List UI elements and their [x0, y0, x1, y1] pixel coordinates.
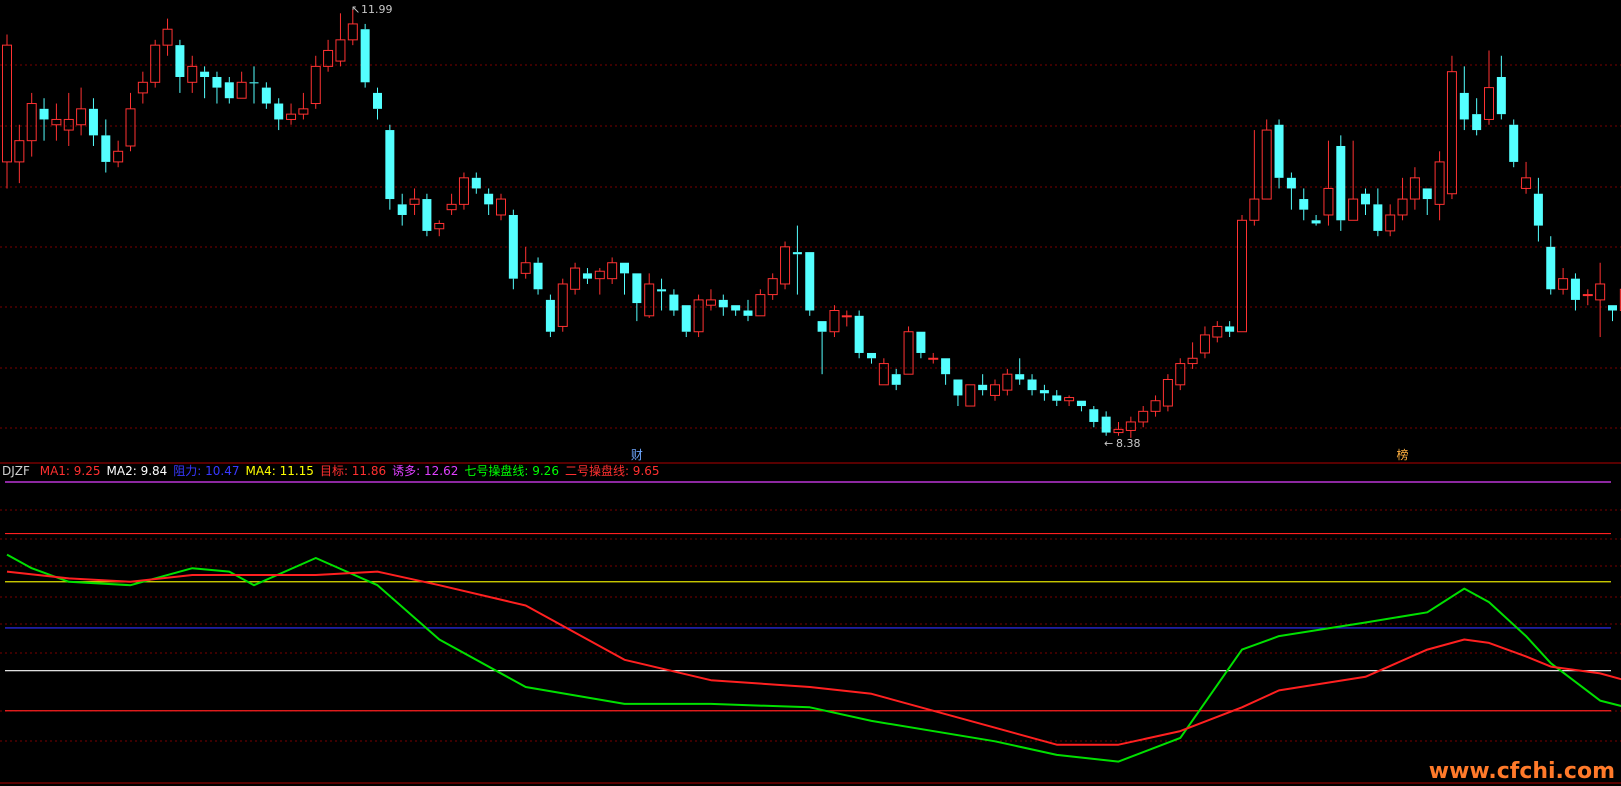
candle [1336, 135, 1346, 231]
legend-entry: 七号操盘线: 9.26 [464, 464, 559, 478]
indicator-legend: DJZF MA1: 9.25 MA2: 9.84 阻力: 10.47 MA4: 11.… [2, 462, 666, 479]
legend-entry: 阻力: 10.47 [173, 464, 240, 478]
legend-entry: 二号操盘线: 9.65 [564, 464, 660, 478]
indicator-name: DJZF [2, 464, 30, 478]
watermark: www.cfchi.com [1428, 759, 1615, 784]
high-label: 11.99 [361, 3, 393, 16]
candle [805, 252, 815, 316]
candle [360, 23, 370, 88]
legend-entry: 目标: 11.86 [319, 464, 387, 478]
high-arrow: ↖ [351, 3, 360, 16]
low-arrow: ← [1104, 437, 1113, 450]
candle [1509, 119, 1519, 168]
legend-entry: MA1: 9.25 [39, 464, 101, 478]
low-label: 8.38 [1116, 437, 1141, 450]
candle [533, 257, 543, 295]
candle [508, 209, 518, 290]
event-marker: 榜 [1397, 447, 1409, 462]
stock-chart[interactable]: 11.99 ↖ ← 8.38 财 榜 [0, 0, 1621, 786]
candle [545, 294, 555, 338]
legend-entry: MA4: 11.15 [245, 464, 314, 478]
candle [385, 124, 395, 210]
event-marker: 财 [631, 448, 643, 462]
candle [422, 193, 432, 237]
candle [854, 310, 864, 359]
legend-entry: 诱多: 12.62 [392, 464, 459, 478]
legend-entry: MA2: 9.84 [106, 464, 168, 478]
